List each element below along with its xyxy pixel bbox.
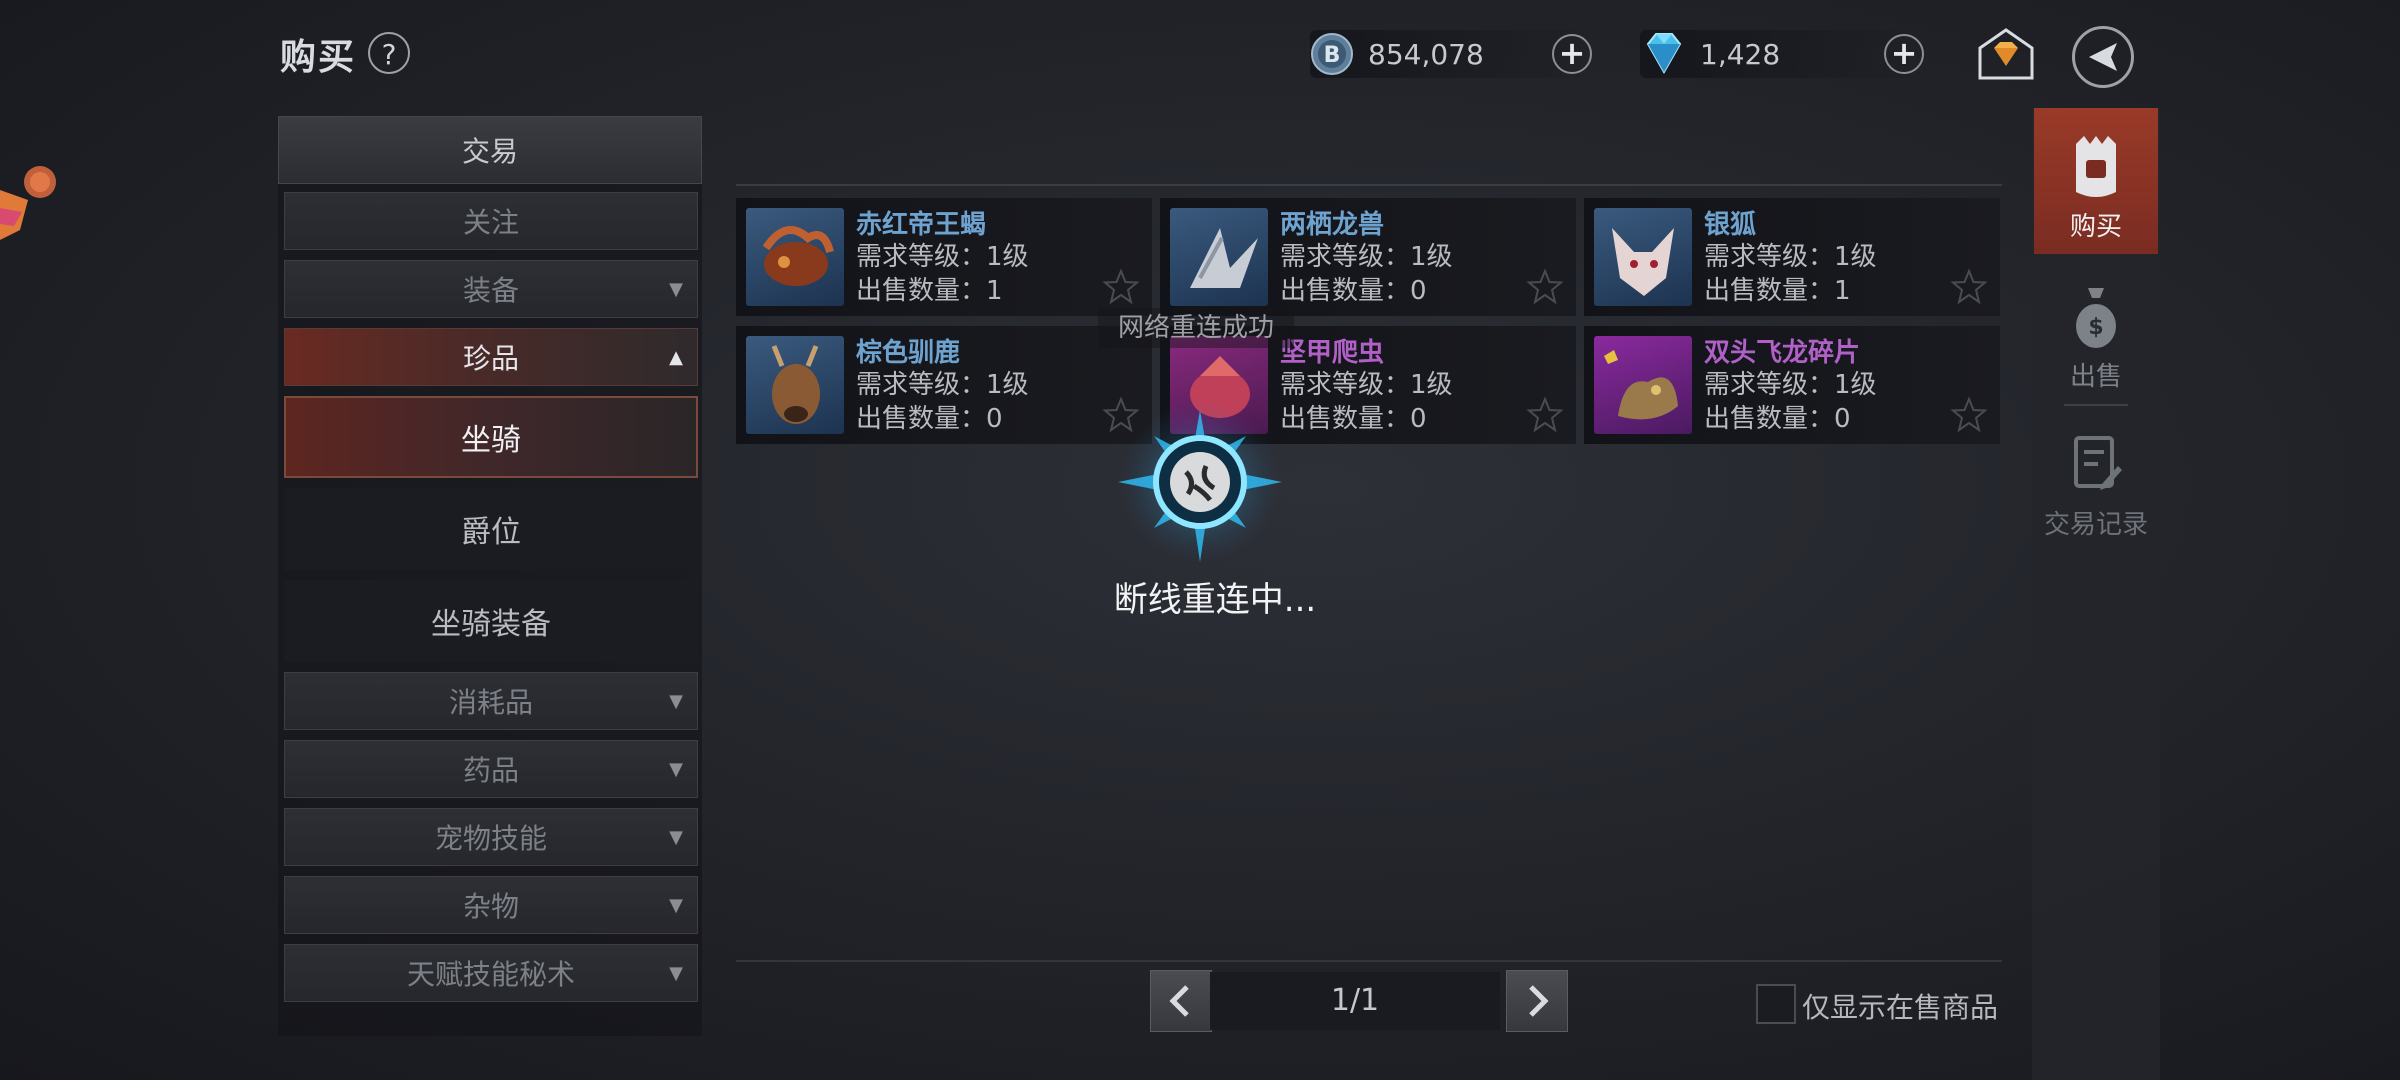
item-thumbnail: [746, 208, 844, 306]
coin-balance: 854,078: [1368, 38, 1484, 71]
submenu-label: 爵位: [461, 515, 521, 550]
add-coins-button[interactable]: +: [1552, 34, 1592, 74]
menu-medicine[interactable]: 药品 ▼: [284, 740, 698, 798]
page-indicator: 1/1: [1210, 972, 1500, 1030]
submenu-mount[interactable]: 坐骑: [284, 396, 698, 478]
menu-follow[interactable]: 关注: [284, 192, 698, 250]
coin-icon: B: [1311, 33, 1353, 75]
chevron-right-icon: [1529, 985, 1549, 1017]
menu-label: 药品: [462, 754, 519, 787]
back-arrow-icon: [2089, 43, 2117, 71]
page-title: 购买: [280, 37, 357, 78]
submenu-mount-equipment[interactable]: 坐骑装备: [284, 580, 698, 662]
chevron-down-icon: ▼: [669, 758, 683, 780]
diamond-balance: 1,428: [1700, 38, 1781, 71]
tab-buy[interactable]: 购买: [2034, 108, 2158, 254]
item-quantity: 出售数量：0: [856, 404, 1003, 434]
divider: [736, 960, 2002, 962]
menu-trade-label: 交易: [461, 135, 518, 168]
divider: [736, 184, 2002, 186]
reconnecting-status: 断线重连中...: [1113, 580, 1317, 620]
on-sale-only-checkbox[interactable]: [1756, 984, 1796, 1024]
chevron-down-icon: ▼: [669, 962, 683, 984]
menu-label: 天赋技能秘术: [406, 958, 575, 991]
menu-pet-skills[interactable]: 宠物技能 ▼: [284, 808, 698, 866]
item-card[interactable]: 赤红帝王蝎 需求等级：1级 出售数量：1: [736, 198, 1152, 316]
prev-page-button[interactable]: [1150, 970, 1212, 1032]
floating-widget-icon[interactable]: [0, 160, 60, 260]
chevron-down-icon: ▼: [669, 690, 683, 712]
menu-trade[interactable]: 交易: [278, 116, 702, 184]
menu-label: 珍品: [462, 342, 519, 375]
item-level: 需求等级：1级: [1280, 242, 1453, 272]
item-card[interactable]: 银狐 需求等级：1级 出售数量：1: [1584, 198, 2000, 316]
reconnect-success-toast: 网络重连成功: [1098, 308, 1294, 348]
menu-equipment[interactable]: 装备 ▼: [284, 260, 698, 318]
menu-label: 杂物: [462, 890, 519, 923]
record-icon: [2074, 436, 2122, 490]
menu-consumables[interactable]: 消耗品 ▼: [284, 672, 698, 730]
item-quantity: 出售数量：0: [1280, 276, 1427, 306]
item-card[interactable]: 双头飞龙碎片 需求等级：1级 出售数量：0: [1584, 326, 2000, 444]
submenu-title[interactable]: 爵位: [284, 488, 698, 570]
favorite-star-icon[interactable]: [1950, 396, 1988, 434]
item-level: 需求等级：1级: [1704, 370, 1877, 400]
item-thumbnail: [1594, 336, 1692, 434]
item-thumbnail: [746, 336, 844, 434]
diamond-icon: [1646, 33, 1682, 75]
tab-trade-records[interactable]: 交易记录: [2034, 424, 2158, 544]
chevron-down-icon: ▼: [669, 278, 683, 300]
item-thumbnail: [1594, 208, 1692, 306]
svg-text:B: B: [1324, 43, 1341, 68]
help-button[interactable]: ?: [368, 32, 410, 74]
reconnect-spinner-icon: [1118, 402, 1282, 562]
item-level: 需求等级：1级: [856, 242, 1029, 272]
item-card[interactable]: 两栖龙兽 需求等级：1级 出售数量：0: [1160, 198, 1576, 316]
item-level: 需求等级：1级: [1280, 370, 1453, 400]
tab-label: 交易记录: [2043, 510, 2148, 540]
add-diamonds-button[interactable]: +: [1884, 34, 1924, 74]
favorite-star-icon[interactable]: [1950, 268, 1988, 306]
item-level: 需求等级：1级: [1704, 242, 1877, 272]
chevron-left-icon: [1169, 985, 1189, 1017]
item-quantity: 出售数量：0: [1280, 404, 1427, 434]
chevron-down-icon: ▼: [669, 826, 683, 848]
tab-label: 购买: [2069, 212, 2122, 242]
menu-treasure[interactable]: 珍品 ▲: [284, 328, 698, 386]
chevron-up-icon: ▲: [669, 346, 683, 368]
favorite-star-icon[interactable]: [1526, 268, 1564, 306]
next-page-button[interactable]: [1506, 970, 1568, 1032]
mail-icon[interactable]: [1976, 26, 2036, 82]
divider: [2064, 404, 2128, 406]
item-level: 需求等级：1级: [856, 370, 1029, 400]
tab-label: 出售: [2069, 362, 2122, 392]
favorite-star-icon[interactable]: [1102, 268, 1140, 306]
svg-text:$: $: [2088, 315, 2103, 340]
item-thumbnail: [1170, 208, 1268, 306]
menu-label: 关注: [462, 206, 519, 239]
favorite-star-icon[interactable]: [1526, 396, 1564, 434]
item-quantity: 出售数量：0: [1704, 404, 1851, 434]
bag-icon: [2076, 136, 2116, 197]
menu-label: 装备: [462, 274, 519, 307]
menu-misc[interactable]: 杂物 ▼: [284, 876, 698, 934]
submenu-label: 坐骑装备: [431, 607, 551, 642]
menu-label: 宠物技能: [434, 822, 547, 855]
menu-label: 消耗品: [448, 686, 533, 719]
item-quantity: 出售数量：1: [856, 276, 1003, 306]
back-button[interactable]: [2072, 26, 2134, 88]
menu-talent-secrets[interactable]: 天赋技能秘术 ▼: [284, 944, 698, 1002]
item-quantity: 出售数量：1: [1704, 276, 1851, 306]
submenu-label: 坐骑: [461, 423, 521, 458]
chevron-down-icon: ▼: [669, 894, 683, 916]
money-bag-icon: $: [2076, 288, 2116, 348]
tab-sell[interactable]: $ 出售: [2034, 276, 2158, 396]
on-sale-only-label: 仅显示在售商品: [1802, 991, 1999, 1024]
item-card[interactable]: 棕色驯鹿 需求等级：1级 出售数量：0: [736, 326, 1152, 444]
